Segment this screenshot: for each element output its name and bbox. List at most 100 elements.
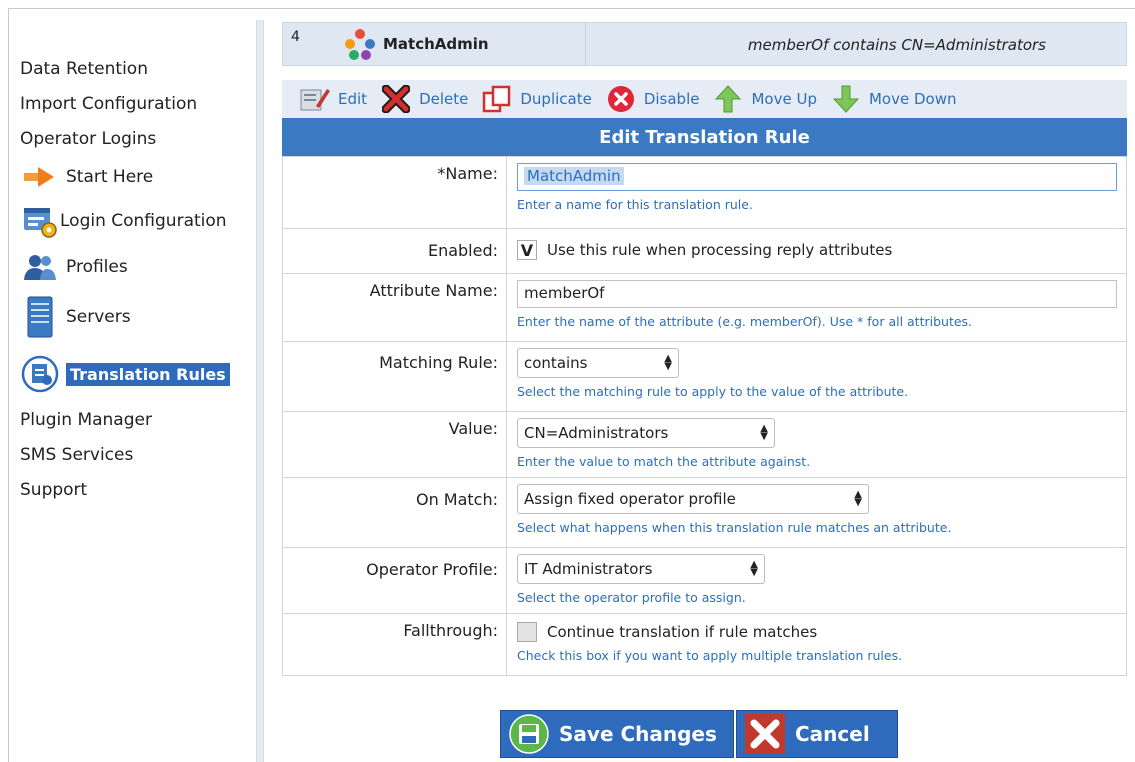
delete-button[interactable]: Delete [379, 84, 468, 114]
rule-condition: memberOf contains CN=Administrators [747, 36, 1046, 54]
operator-profile-label: Operator Profile: [282, 547, 507, 614]
sidebar-item-label: Translation Rules [66, 362, 230, 386]
move-up-label: Move Up [751, 90, 817, 108]
matching-rule-hint: Select the matching rule to apply to the… [517, 384, 909, 399]
form-row-name: *Name: MatchAdmin Enter a name for this … [282, 156, 1127, 229]
sidebar: Data Retention Import Configuration Oper… [20, 52, 256, 508]
form-row-attribute-name: Attribute Name: memberOf Enter the name … [282, 273, 1127, 342]
form-row-fallthrough: Fallthrough: Continue translation if rul… [282, 613, 1127, 676]
sidebar-item-label: Servers [66, 307, 131, 327]
arrow-down-icon [829, 84, 863, 114]
login-config-icon [20, 201, 60, 241]
duplicate-label: Duplicate [520, 90, 592, 108]
arrow-right-icon [20, 157, 60, 197]
sidebar-item-data-retention[interactable]: Data Retention [20, 52, 256, 87]
edit-label: Edit [338, 90, 368, 108]
server-icon [20, 296, 60, 338]
enabled-checkbox-row[interactable]: V Use this rule when processing reply at… [517, 240, 1118, 260]
sidebar-item-import-configuration[interactable]: Import Configuration [20, 87, 256, 122]
rule-icon [343, 27, 377, 65]
edit-button[interactable]: Edit [298, 84, 367, 114]
enabled-label: Enabled: [282, 228, 507, 274]
sidebar-item-profiles[interactable]: Profiles [20, 245, 256, 289]
enabled-checkbox[interactable]: V [517, 240, 537, 260]
close-icon [743, 712, 787, 756]
fallthrough-checkbox-row[interactable]: Continue translation if rule matches [517, 622, 1118, 642]
move-down-label: Move Down [868, 90, 957, 108]
disable-label: Disable [643, 90, 700, 108]
on-match-label: On Match: [282, 477, 507, 548]
cancel-button[interactable]: Cancel [736, 710, 898, 758]
sidebar-item-label: Profiles [66, 257, 128, 277]
matching-rule-select[interactable]: contains ▲ ▼ [517, 348, 679, 378]
form-row-operator-profile: Operator Profile: IT Administrators ▲ ▼ S… [282, 547, 1127, 614]
sidebar-item-sms-services[interactable]: SMS Services [20, 438, 256, 473]
matching-rule-value: contains [524, 354, 588, 372]
fallthrough-checkbox[interactable] [517, 622, 537, 642]
sidebar-item-plugin-manager[interactable]: Plugin Manager [20, 403, 256, 438]
rule-name: MatchAdmin [383, 35, 489, 53]
sidebar-item-servers[interactable]: Servers [20, 289, 256, 345]
on-match-hint: Select what happens when this translatio… [517, 520, 952, 535]
cancel-label: Cancel [795, 722, 870, 746]
form-row-enabled: Enabled: V Use this rule when processing… [282, 228, 1127, 274]
delete-label: Delete [419, 90, 469, 108]
fallthrough-text: Continue translation if rule matches [547, 623, 818, 641]
value-value: CN=Administrators [524, 424, 669, 442]
sidebar-item-start-here[interactable]: Start Here [20, 157, 256, 197]
enabled-text: Use this rule when processing reply attr… [547, 241, 893, 259]
frame-left-border [8, 8, 9, 762]
toolbar: Edit Delete Duplicate Disable Move Up Mo… [282, 80, 1127, 118]
duplicate-icon [480, 84, 514, 114]
sidebar-item-translation-rules[interactable]: Translation Rules [20, 345, 256, 403]
translation-rule-form: *Name: MatchAdmin Enter a name for this … [282, 156, 1127, 676]
users-icon [20, 247, 60, 287]
name-label: *Name: [282, 156, 507, 229]
form-title: Edit Translation Rule [282, 118, 1127, 156]
form-row-value: Value: CN=Administrators ▲ ▼ Enter the va… [282, 411, 1127, 478]
delete-icon [379, 84, 413, 114]
value-hint: Enter the value to match the attribute a… [517, 454, 811, 469]
sidebar-resize-handle[interactable] [256, 20, 264, 762]
select-arrows-icon: ▲ ▼ [854, 489, 862, 508]
on-match-value: Assign fixed operator profile [524, 490, 736, 508]
operator-profile-hint: Select the operator profile to assign. [517, 590, 746, 605]
form-row-matching-rule: Matching Rule: contains ▲ ▼ Select the ma… [282, 341, 1127, 412]
operator-profile-select[interactable]: IT Administrators ▲ ▼ [517, 554, 765, 584]
rule-name-cell: 4 MatchAdmin [283, 23, 586, 65]
name-hint: Enter a name for this translation rule. [517, 197, 753, 212]
disable-icon [604, 84, 638, 114]
select-arrows-icon: ▲ ▼ [664, 353, 672, 372]
sidebar-item-label: Login Configuration [60, 211, 227, 231]
attribute-name-input[interactable]: memberOf [517, 280, 1117, 308]
select-arrows-icon: ▲ ▼ [750, 559, 758, 578]
value-select[interactable]: CN=Administrators ▲ ▼ [517, 418, 775, 448]
name-input[interactable]: MatchAdmin [517, 163, 1117, 191]
frame-top-border [8, 8, 1135, 9]
matching-rule-label: Matching Rule: [282, 341, 507, 412]
select-arrows-icon: ▲ ▼ [760, 423, 768, 442]
edit-icon [298, 84, 332, 114]
sidebar-item-operator-logins[interactable]: Operator Logins [20, 122, 256, 157]
fallthrough-label: Fallthrough: [282, 613, 507, 676]
sidebar-item-support[interactable]: Support [20, 473, 256, 508]
move-down-button[interactable]: Move Down [829, 84, 957, 114]
form-row-on-match: On Match: Assign fixed operator profile … [282, 477, 1127, 548]
attribute-name-hint: Enter the name of the attribute (e.g. me… [517, 314, 973, 329]
on-match-select[interactable]: Assign fixed operator profile ▲ ▼ [517, 484, 869, 514]
rule-summary-row[interactable]: 4 MatchAdmin memberOf contains CN=Admini… [282, 22, 1127, 66]
name-value: MatchAdmin [524, 167, 624, 185]
move-up-button[interactable]: Move Up [711, 84, 817, 114]
translation-rules-icon [20, 354, 60, 394]
save-icon [507, 712, 551, 756]
sidebar-item-label: Start Here [66, 167, 154, 187]
disable-button[interactable]: Disable [604, 84, 700, 114]
arrow-up-icon [711, 84, 745, 114]
rule-number: 4 [291, 29, 300, 45]
operator-profile-value: IT Administrators [524, 560, 653, 578]
sidebar-item-login-configuration[interactable]: Login Configuration [20, 197, 256, 245]
attribute-name-label: Attribute Name: [282, 273, 507, 342]
save-changes-button[interactable]: Save Changes [500, 710, 734, 758]
fallthrough-hint: Check this box if you want to apply mult… [517, 648, 903, 663]
duplicate-button[interactable]: Duplicate [480, 84, 592, 114]
